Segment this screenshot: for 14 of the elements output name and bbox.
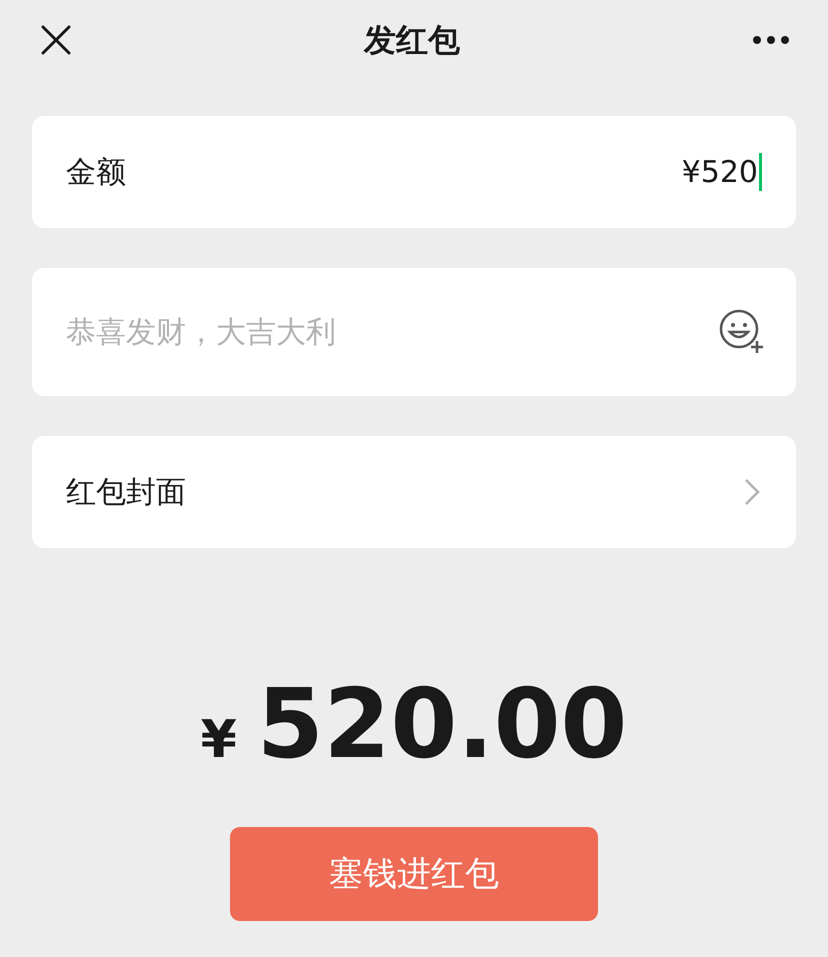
page-title: 发红包	[364, 20, 460, 61]
close-icon[interactable]	[40, 24, 72, 56]
amount-field[interactable]: 金额 ¥520	[32, 116, 796, 228]
amount-value: ¥520	[682, 154, 758, 192]
cover-row[interactable]: 红包封面	[32, 436, 796, 548]
greeting-field[interactable]: 恭喜发财，大吉大利	[32, 268, 796, 396]
more-icon[interactable]	[752, 35, 790, 45]
row-label: 红包封面	[66, 474, 186, 512]
chevron-right-icon	[744, 478, 760, 506]
total-amount: 520.00	[256, 676, 628, 772]
field-label: 金额	[66, 154, 126, 192]
greeting-input[interactable]: 恭喜发财，大吉大利	[66, 310, 566, 354]
emoji-add-icon[interactable]	[718, 308, 766, 356]
currency-symbol: ¥	[200, 709, 237, 772]
